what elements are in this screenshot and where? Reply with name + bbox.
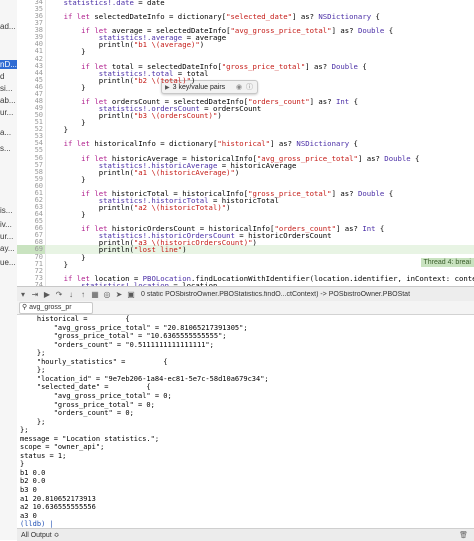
- line-number: 41: [34, 47, 43, 55]
- line-number: 55: [34, 146, 43, 154]
- thread-breakpoint-badge: Thread 4: breai: [420, 258, 474, 267]
- view-hierarchy-icon[interactable]: ▦: [89, 290, 101, 299]
- debug-console[interactable]: historical = { "avg_gross_price_total" =…: [17, 315, 474, 528]
- lldb-prompt[interactable]: (lldb) |: [20, 520, 54, 528]
- line-number: 69: [34, 245, 43, 253]
- breadcrumb-thread-icon[interactable]: ▣: [125, 290, 137, 299]
- search-icon: ⚲: [22, 303, 28, 311]
- console-line: };: [20, 366, 46, 374]
- console-line: "orders_count" = "0.5111111111111111";: [20, 341, 214, 349]
- navigator-item[interactable]: ur...: [0, 232, 17, 241]
- output-filter-select[interactable]: All Output ≎: [21, 531, 60, 539]
- navigator-sidebar[interactable]: ad... nD... d si... ab... ur... a... s... is... i…: [0, 0, 18, 540]
- stack-frame-breadcrumb[interactable]: 0 static POSbistroOwner.PBOStatistics.fi…: [141, 291, 410, 298]
- navigator-item[interactable]: ur...: [0, 108, 17, 117]
- variables-filter-bar: ⚲ avg_gross_pr: [17, 301, 474, 315]
- continue-icon[interactable]: ▶: [41, 290, 53, 299]
- code-line[interactable]: if let historicalInfo = dictionary["hist…: [46, 139, 358, 148]
- hide-debug-area-icon[interactable]: ▾: [17, 290, 29, 299]
- navigator-item[interactable]: is...: [0, 206, 17, 215]
- step-in-icon[interactable]: ↓: [65, 290, 77, 299]
- code-line[interactable]: }: [46, 210, 85, 219]
- navigator-item[interactable]: ad...: [0, 22, 17, 31]
- console-line: status = 1;: [20, 452, 67, 460]
- step-over-icon[interactable]: ↷: [53, 290, 65, 299]
- navigator-item[interactable]: s...: [0, 144, 17, 153]
- console-line: "gross_price_total" = "10.6365555555555"…: [20, 332, 227, 340]
- step-out-icon[interactable]: ↑: [77, 290, 89, 299]
- line-number-gutter[interactable]: 34 35 36 37 38 39 40 41 42 43 44 45 46 47 48 49 50 51 52 53…: [17, 0, 46, 289]
- console-line: b3 0: [20, 486, 37, 494]
- code-line[interactable]: }: [46, 47, 85, 56]
- console-status-bar: All Output ≎ 🗑: [17, 528, 474, 541]
- console-line: "selected_date" = {: [20, 383, 151, 391]
- code-line[interactable]: }: [46, 125, 68, 134]
- navigator-item[interactable]: a...: [0, 128, 17, 137]
- source-editor[interactable]: Thread 4: breai ▶ 3 key/value pairs ◉ ⓘ …: [46, 0, 474, 286]
- memory-graph-icon[interactable]: ◎: [101, 290, 113, 299]
- code-line[interactable]: }: [46, 175, 85, 184]
- code-line[interactable]: }: [46, 83, 85, 92]
- console-line: };: [20, 349, 46, 357]
- navigator-item[interactable]: si...: [0, 84, 17, 93]
- breakpoints-toggle-icon[interactable]: ⇥: [29, 290, 41, 299]
- console-line: "avg_gross_price_total" = 0;: [20, 392, 172, 400]
- code-line[interactable]: statistics!.date = date: [46, 0, 165, 7]
- code-line[interactable]: if let selectedDateInfo = dictionary["se…: [46, 12, 380, 21]
- console-line: };: [20, 426, 29, 434]
- navigator-item[interactable]: ab...: [0, 96, 17, 105]
- console-line: b2 0.0: [20, 477, 46, 485]
- debug-toolbar: ▾ ⇥ ▶ ↷ ↓ ↑ ▦ ◎ ➤ ▣ 0 static POSbistroOw…: [17, 286, 474, 302]
- console-line: scope = "owner_api";: [20, 443, 105, 451]
- console-line: a2 10.636555555556: [20, 503, 96, 511]
- navigator-item[interactable]: ay...: [0, 244, 17, 253]
- variables-search-field[interactable]: ⚲ avg_gross_pr: [19, 301, 93, 314]
- code-line[interactable]: }: [46, 260, 68, 269]
- navigator-item[interactable]: nD...: [0, 60, 17, 69]
- quicklook-eye-icon[interactable]: ◉ ⓘ: [236, 82, 254, 92]
- clear-console-icon[interactable]: 🗑: [459, 531, 468, 539]
- location-icon[interactable]: ➤: [113, 290, 125, 299]
- search-value: avg_gross_pr: [29, 303, 72, 311]
- navigator-item[interactable]: iv...: [0, 220, 17, 229]
- navigator-item[interactable]: d: [0, 72, 17, 81]
- navigator-item[interactable]: ue...: [0, 258, 17, 267]
- console-line: historical = {: [20, 315, 130, 323]
- console-line: "orders_count" = 0;: [20, 409, 134, 417]
- console-line: }: [20, 460, 25, 468]
